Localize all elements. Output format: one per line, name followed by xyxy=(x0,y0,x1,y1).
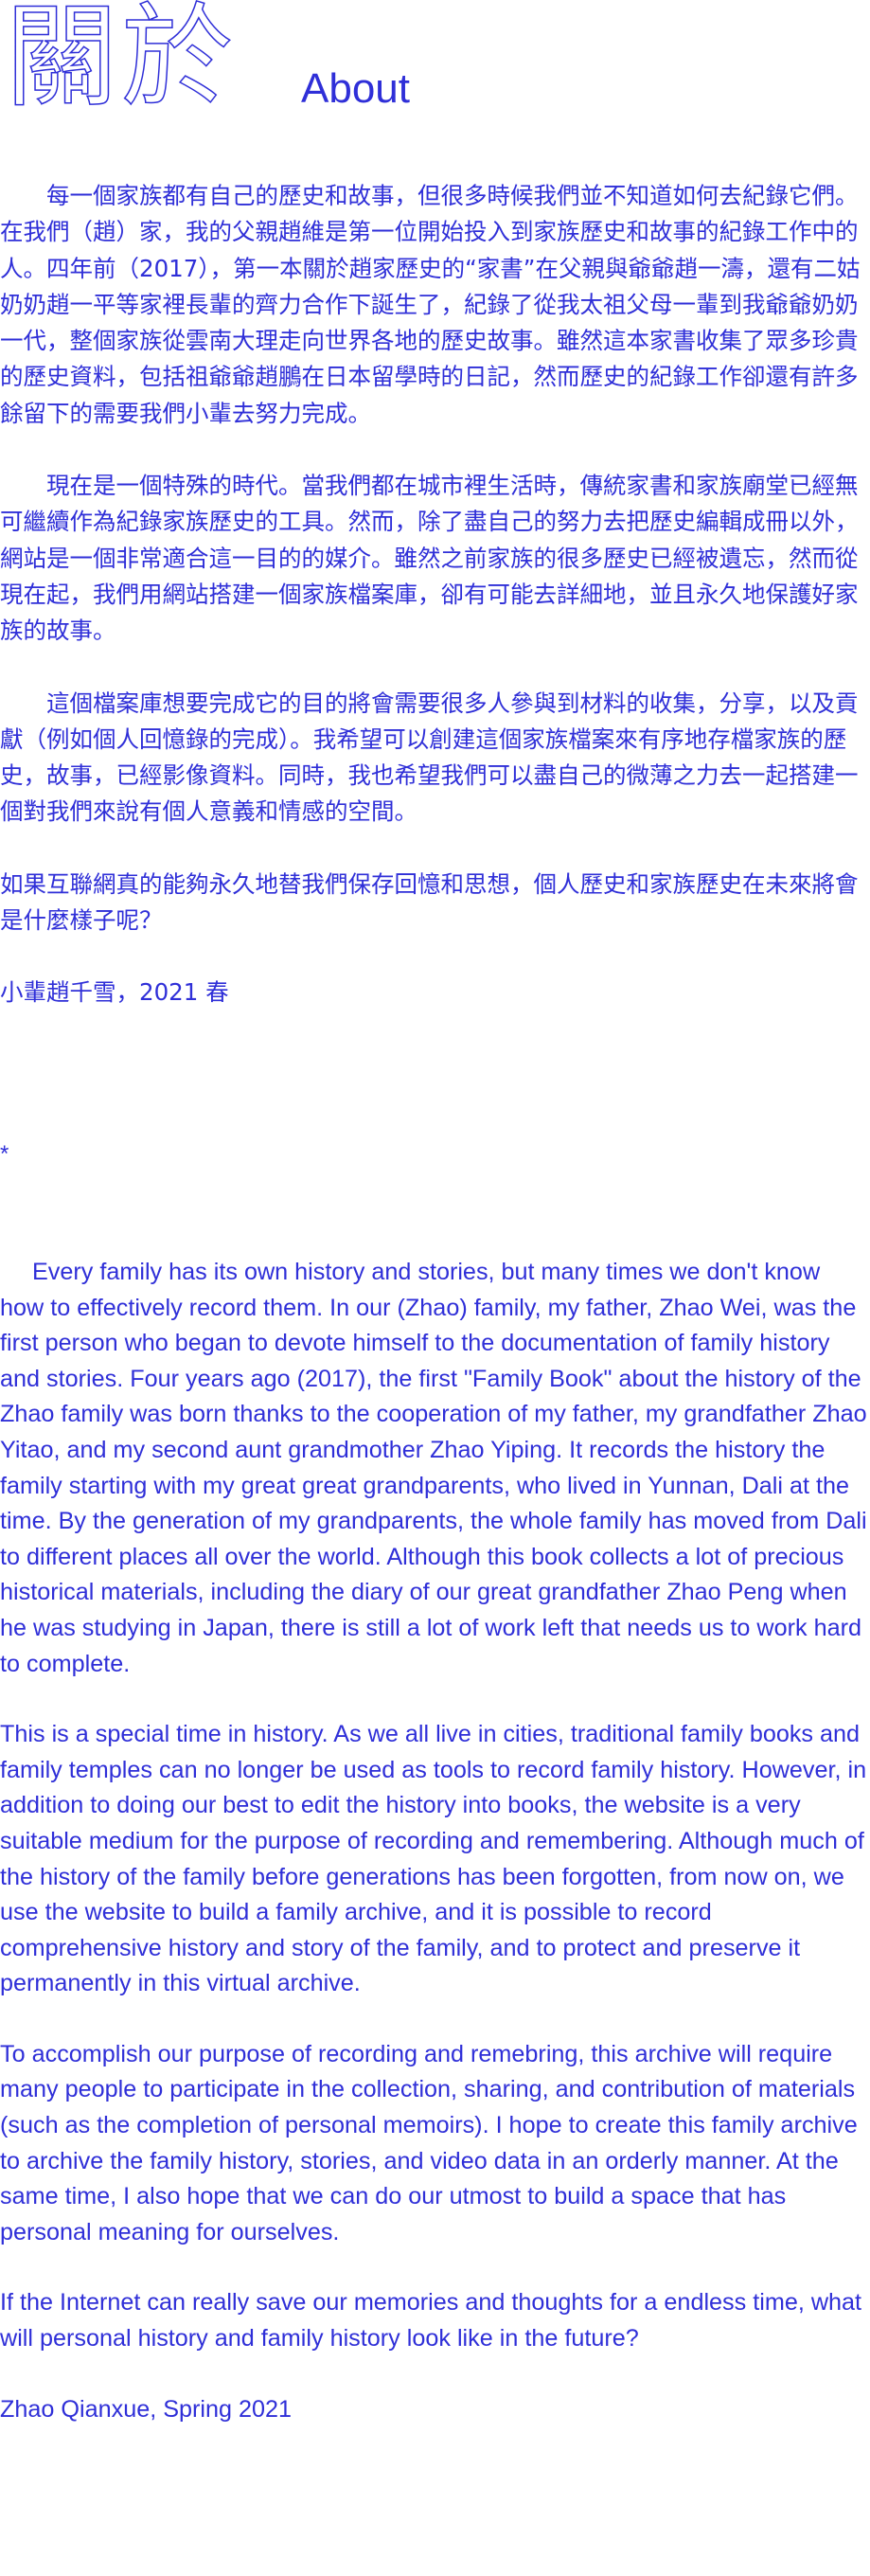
zh-paragraph-3: 這個檔案庫想要完成它的目的將會需要很多人參與到材料的收集，分享，以及貢獻（例如個… xyxy=(0,689,859,826)
en-paragraph-3: To accomplish our purpose of recording a… xyxy=(0,2040,858,2245)
page-title-chinese: 關於 xyxy=(5,0,238,123)
zh-paragraph-2: 現在是一個特殊的時代。當我們都在城市裡生活時，傳統家書和家族廟堂已經無可繼續作為… xyxy=(0,472,859,645)
page-title-english: About xyxy=(301,65,410,112)
zh-signature: 小輩趙千雪，2021 春 xyxy=(0,978,229,1007)
chinese-text-section: 每一個家族都有自己的歷史和故事，但很多時候我們並不知道如何去紀錄它們。在我們（趙… xyxy=(0,178,870,1011)
section-separator: * xyxy=(0,1141,9,1167)
en-paragraph-1: Every family has its own history and sto… xyxy=(0,1259,867,1677)
en-paragraph-2: This is a special time in history. As we… xyxy=(0,1721,867,1997)
zh-paragraph-1: 每一個家族都有自己的歷史和故事，但很多時候我們並不知道如何去紀錄它們。在我們（趙… xyxy=(0,182,861,427)
about-page: { "header": { "title_zh": "關於", "title_e… xyxy=(0,0,870,2576)
en-signature: Zhao Qianxue, Spring 2021 xyxy=(0,2395,293,2423)
en-paragraph-4: If the Internet can really save our memo… xyxy=(0,2289,862,2352)
page-header: 關於 About xyxy=(0,0,870,142)
english-text-section: Every family has its own history and sto… xyxy=(0,1255,870,2427)
zh-paragraph-4: 如果互聯網真的能夠永久地替我們保存回憶和思想，個人歷史和家族歷史在未來將會是什麼… xyxy=(0,869,859,935)
